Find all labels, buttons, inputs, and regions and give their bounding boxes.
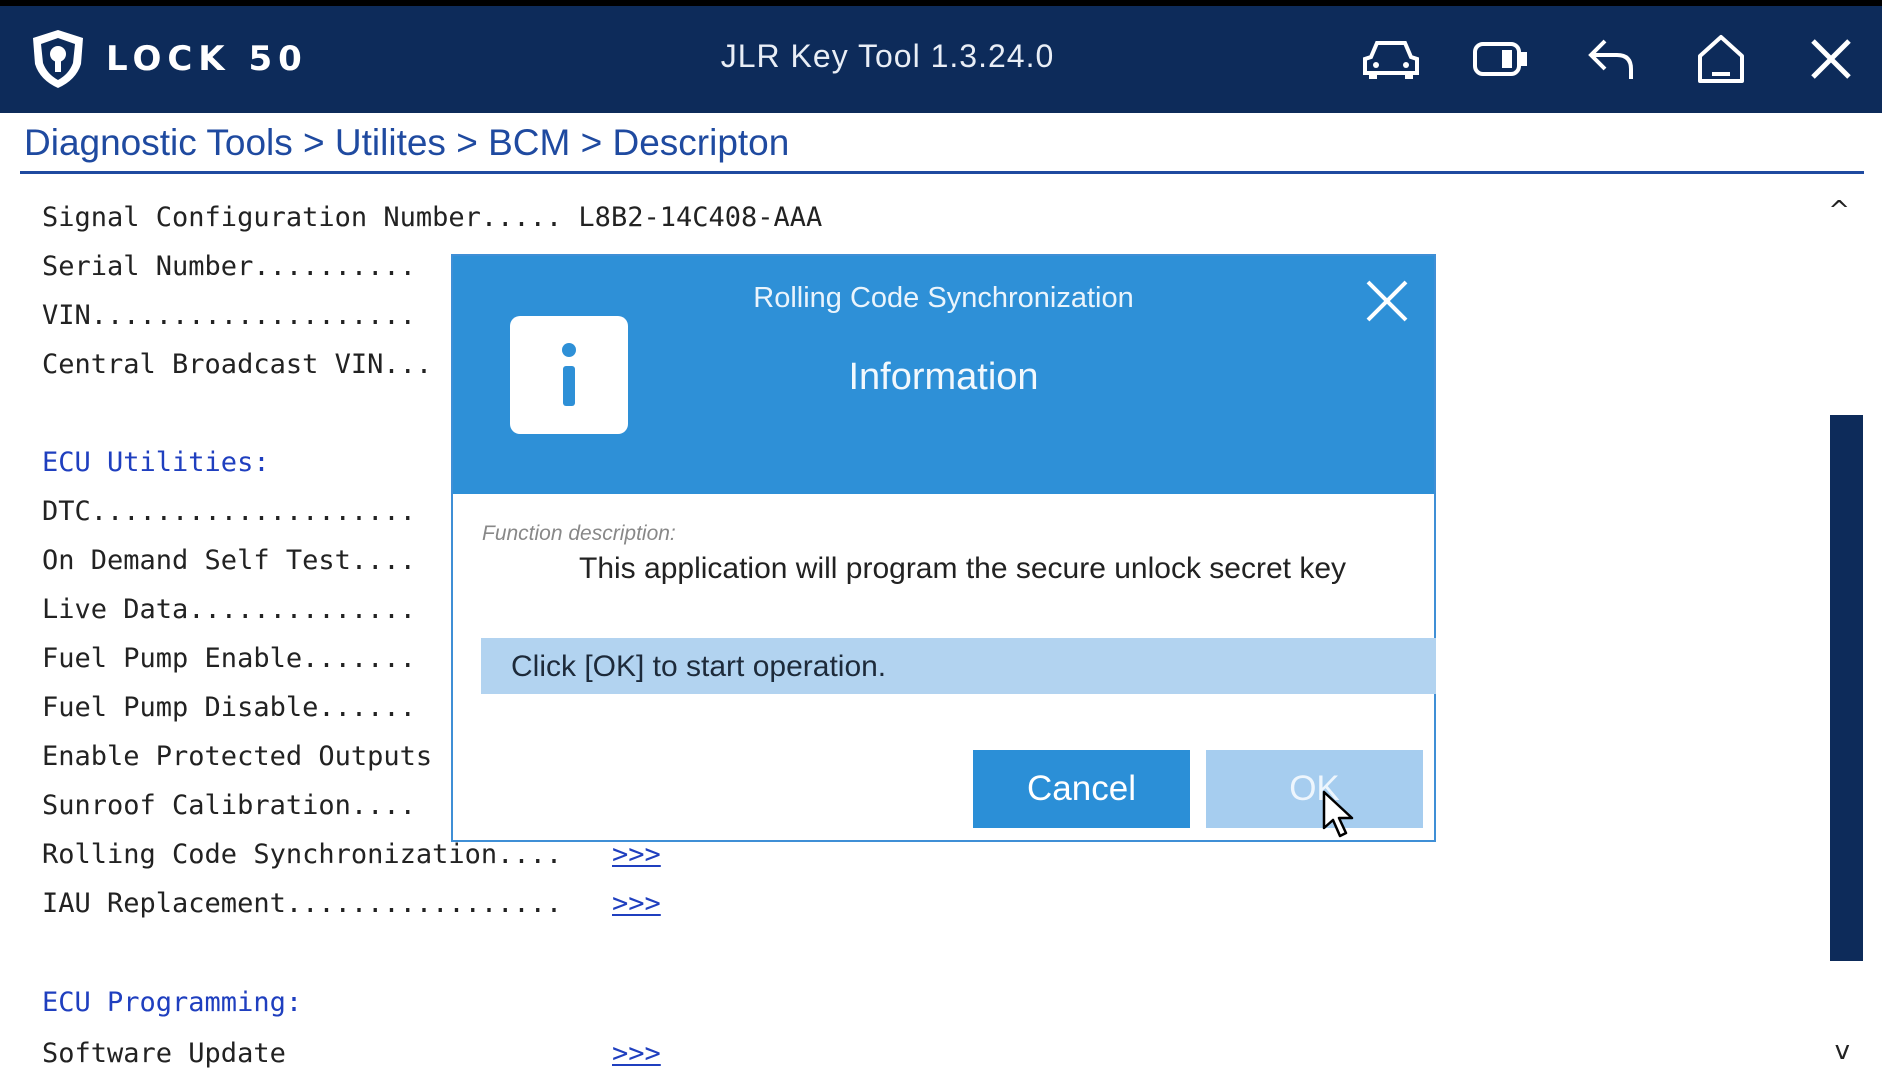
text-line: Signal Configuration Number..... L8B2-14… [42,202,823,233]
text-line: Software Update [42,1038,286,1069]
dialog-header: Rolling Code Synchronization Information [453,256,1434,494]
mouse-cursor-icon [1322,790,1354,838]
close-icon[interactable] [1802,30,1860,88]
function-description-text: This application will program the secure… [579,552,1347,585]
text-line: On Demand Self Test.... [42,545,416,576]
text-line: Central Broadcast VIN... [42,349,433,380]
text-line: Live Data.............. [42,594,416,625]
text-line: VIN.................... [42,300,416,331]
scroll-down-arrow[interactable]: v [1835,1036,1850,1066]
top-strip [0,0,1882,6]
toolbar [1362,30,1860,88]
text-line: Fuel Pump Disable...... [42,692,416,723]
home-icon[interactable] [1692,30,1750,88]
text-line: Enable Protected Outputs [42,741,433,772]
rolling-code-dialog: Rolling Code Synchronization Information… [451,254,1436,842]
text-line: Serial Number.......... [42,251,416,282]
breadcrumb[interactable]: Diagnostic Tools > Utilites > BCM > Desc… [24,122,789,164]
dialog-close-icon[interactable] [1362,276,1412,326]
software-update-link[interactable]: >>> [612,1038,661,1069]
battery-icon[interactable] [1472,30,1530,88]
instruction-banner: Click [OK] to start operation. [481,638,1436,694]
cancel-button[interactable]: Cancel [973,750,1190,828]
text-line: Sunroof Calibration.... [42,790,416,821]
iau-replacement-link[interactable]: >>> [612,888,661,919]
scroll-up-arrow[interactable]: ^ [1828,196,1850,226]
function-description-label: Function description: [482,522,676,545]
text-line: Fuel Pump Enable....... [42,643,416,674]
text-line: IAU Replacement................. [42,888,563,919]
back-icon[interactable] [1582,30,1640,88]
scrollbar-thumb[interactable] [1830,415,1863,961]
rolling-code-link[interactable]: >>> [612,839,661,870]
text-line: DTC.................... [42,496,416,527]
car-icon[interactable] [1362,30,1420,88]
dialog-subtitle: Information [848,356,1039,398]
breadcrumb-divider [20,171,1864,174]
ok-button[interactable]: OK [1206,750,1423,828]
text-line: Rolling Code Synchronization.... [42,839,563,870]
dialog-title: Rolling Code Synchronization [753,282,1134,314]
section-heading: ECU Utilities: [42,447,270,478]
instruction-text: Click [OK] to start operation. [511,650,887,683]
section-heading: ECU Programming: [42,987,303,1018]
